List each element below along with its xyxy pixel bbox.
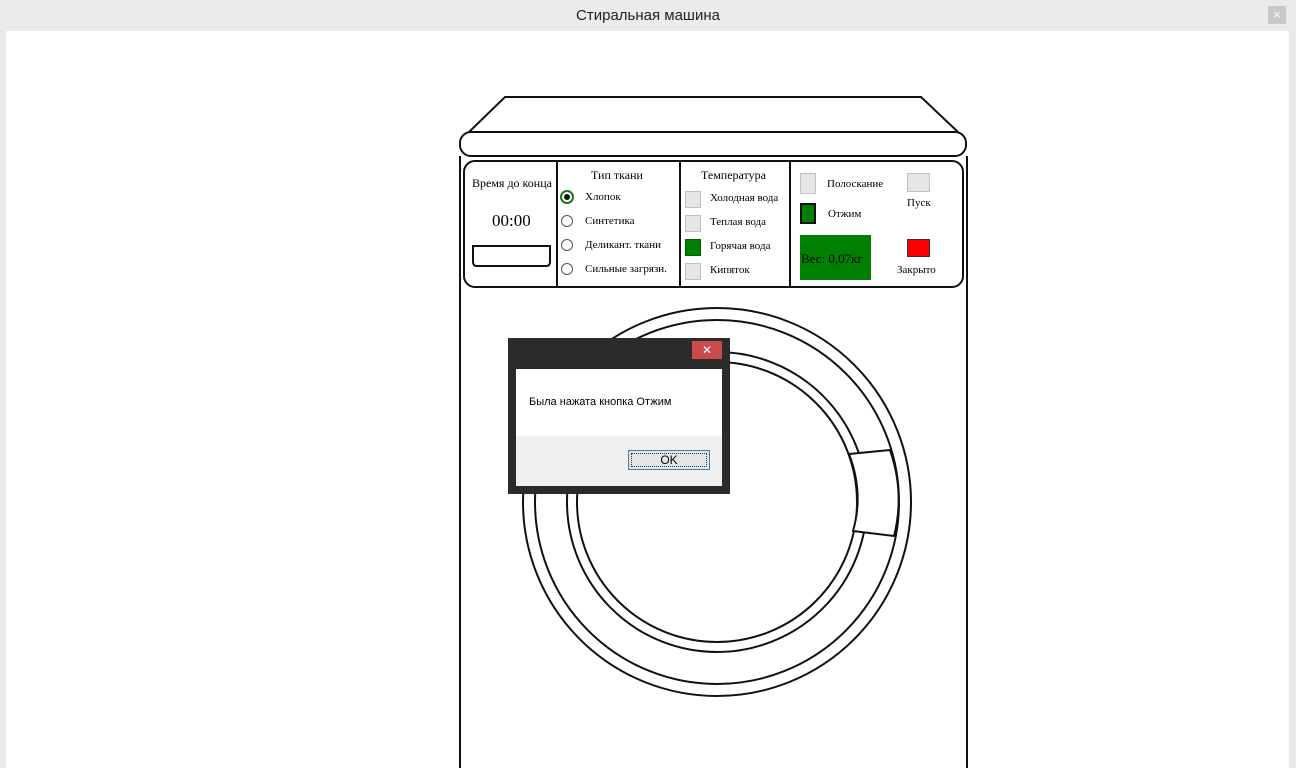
weight-display: Вес: 0,07кг [800, 235, 871, 280]
temp-button-boil[interactable] [685, 263, 701, 280]
dialog-close-button[interactable]: ✕ [692, 341, 722, 359]
door-lock-indicator [907, 239, 930, 257]
spin-button[interactable] [800, 203, 816, 224]
temp-button-hot[interactable] [685, 239, 701, 256]
temp-label-boil: Кипяток [710, 264, 750, 276]
start-button[interactable] [907, 173, 930, 192]
dialog-message: Была нажата кнопка Отжим [529, 396, 672, 408]
machine-top-rim [459, 131, 967, 157]
window-titlebar: Стиральная машина × [0, 0, 1296, 31]
temp-label-hot: Горячая вода [710, 240, 771, 252]
time-remaining: 00:00 [492, 211, 531, 230]
fabric-label-heavy-soil: Сильные загрязн. [585, 263, 667, 275]
fabric-title: Тип ткани [591, 168, 643, 182]
fabric-label-synthetics: Синтетика [585, 215, 635, 227]
temp-button-warm[interactable] [685, 215, 701, 232]
temp-label-warm: Теплая вода [710, 216, 767, 228]
start-label: Пуск [907, 197, 931, 209]
fabric-radio-heavy-soil[interactable] [561, 263, 573, 275]
temp-label-cold: Холодная вода [710, 192, 779, 204]
temp-button-cold[interactable] [685, 191, 701, 208]
weight-value: Вес: 0,07кг [801, 251, 863, 266]
fabric-radio-delicate[interactable] [561, 239, 573, 251]
spin-label: Отжим [828, 208, 862, 220]
machine-lid [468, 96, 959, 133]
dialog-body: Была нажата кнопка Отжим OK [516, 369, 722, 486]
message-dialog: ✕ Была нажата кнопка Отжим OK [508, 338, 730, 494]
dialog-footer: OK [516, 436, 722, 486]
window-close-button[interactable]: × [1268, 6, 1286, 24]
detergent-drawer [472, 245, 551, 267]
rinse-label: Полоскание [827, 178, 884, 190]
rinse-button[interactable] [800, 173, 816, 194]
fabric-radio-synthetics[interactable] [561, 215, 573, 227]
dialog-ok-button[interactable]: OK [628, 450, 710, 470]
door-lock-label: Закрыто [897, 264, 936, 276]
temperature-title: Температура [701, 168, 766, 182]
fabric-label-cotton: Хлопок [585, 191, 621, 203]
fabric-radio-cotton[interactable] [561, 191, 573, 203]
fabric-label-delicate: Деликант. ткани [585, 239, 661, 251]
window-title: Стиральная машина [576, 7, 720, 24]
time-title: Время до конца [472, 176, 552, 190]
